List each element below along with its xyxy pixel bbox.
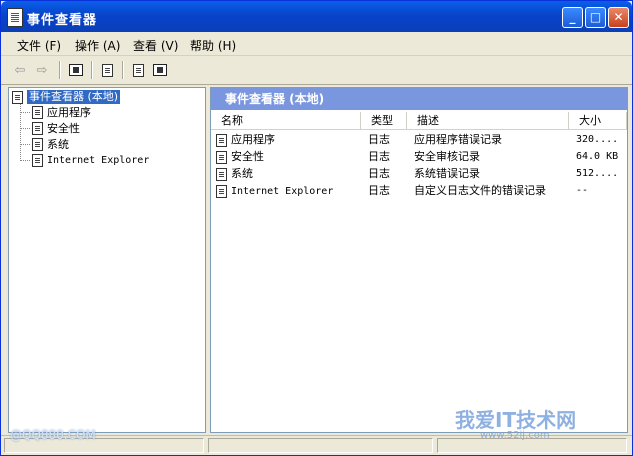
log-icon <box>216 150 227 164</box>
row-size: -- <box>576 185 589 196</box>
tree-item-security[interactable]: 安全性 <box>21 121 80 135</box>
log-icon <box>216 184 227 198</box>
tree-item-application[interactable]: 应用程序 <box>21 105 91 119</box>
log-icon <box>216 167 227 181</box>
watermark-right: 我爱IT技术网 <box>455 408 577 432</box>
toolbar-separator <box>91 61 93 79</box>
row-size: 64.0 KB <box>576 151 619 162</box>
menu-bar: 文件 (F) 操作 (A) 查看 (V) 帮助 (H) <box>1 33 632 56</box>
export-list-icon[interactable] <box>98 61 116 79</box>
list-row[interactable]: 系统 日志 系统错误记录 512.... <box>216 166 626 182</box>
details-pane[interactable]: 事件查看器 (本地) 名称 类型 描述 大小 应用程序 日志 应用程序错误记录 … <box>210 87 628 433</box>
row-name: 应用程序 <box>216 132 275 148</box>
menu-view[interactable]: 查看 (V) <box>133 37 178 54</box>
status-segment <box>208 438 433 453</box>
toolbar: ⇦ ⇨ <box>1 56 632 85</box>
row-size: 512.... <box>576 168 619 179</box>
row-type: 日志 <box>368 133 390 146</box>
tree-item-label: 安全性 <box>47 122 80 135</box>
row-size: 320.... <box>576 134 619 145</box>
toolbar-separator <box>59 61 61 79</box>
row-description: 应用程序错误记录 <box>414 133 502 146</box>
tree-item-system[interactable]: 系统 <box>21 137 69 151</box>
tree-item-label: 应用程序 <box>47 106 91 119</box>
tree-root-node[interactable]: 事件查看器 (本地) <box>12 90 121 104</box>
row-type: 日志 <box>368 167 390 180</box>
log-icon <box>32 105 43 119</box>
properties-icon[interactable] <box>129 61 147 79</box>
tree-item-label: 系统 <box>47 138 69 151</box>
row-description: 安全审核记录 <box>414 150 480 163</box>
event-viewer-icon <box>7 8 23 27</box>
column-header-size[interactable]: 大小 <box>569 112 627 129</box>
log-icon <box>32 153 43 167</box>
log-icon <box>32 137 43 151</box>
event-viewer-icon <box>12 90 23 104</box>
row-description: 自定义日志文件的错误记录 <box>414 184 546 197</box>
back-arrow-icon[interactable]: ⇦ <box>11 61 29 79</box>
watermark-left: @QQ880.COM <box>10 428 96 442</box>
list-row[interactable]: 安全性 日志 安全审核记录 64.0 KB <box>216 149 626 165</box>
show-hide-tree-icon[interactable] <box>67 61 85 79</box>
toolbar-separator <box>122 61 124 79</box>
row-name: 系统 <box>216 166 253 182</box>
tree-item-label: Internet Explorer <box>47 154 150 166</box>
help-icon[interactable] <box>151 61 169 79</box>
list-row[interactable]: 应用程序 日志 应用程序错误记录 320.... <box>216 132 626 148</box>
menu-help[interactable]: 帮助 (H) <box>190 37 236 54</box>
menu-file[interactable]: 文件 (F) <box>17 37 61 54</box>
watermark-right-url: www.52ij.com <box>480 430 550 441</box>
row-type: 日志 <box>368 184 390 197</box>
event-viewer-window: 事件查看器 _ □ ✕ 文件 (F) 操作 (A) 查看 (V) 帮助 (H) … <box>0 0 633 456</box>
row-name: Internet Explorer <box>216 183 333 200</box>
forward-arrow-icon[interactable]: ⇨ <box>33 61 51 79</box>
details-header: 事件查看器 (本地) <box>211 88 627 110</box>
column-header-name[interactable]: 名称 <box>211 112 361 129</box>
row-type: 日志 <box>368 150 390 163</box>
list-row[interactable]: Internet Explorer 日志 自定义日志文件的错误记录 -- <box>216 183 626 199</box>
row-name: 安全性 <box>216 149 264 165</box>
tree-root-label: 事件查看器 (本地) <box>27 90 121 104</box>
log-icon <box>216 133 227 147</box>
tree-pane[interactable]: 事件查看器 (本地) 应用程序 安全性 系统 Internet Explorer <box>8 87 206 433</box>
window-title: 事件查看器 <box>27 13 98 28</box>
tree-item-internet-explorer[interactable]: Internet Explorer <box>20 153 150 167</box>
log-icon <box>32 121 43 135</box>
close-button[interactable]: ✕ <box>608 7 629 28</box>
minimize-button[interactable]: _ <box>562 7 583 28</box>
menu-action[interactable]: 操作 (A) <box>75 37 120 54</box>
column-header-description[interactable]: 描述 <box>407 112 569 129</box>
column-header-type[interactable]: 类型 <box>361 112 407 129</box>
maximize-button[interactable]: □ <box>585 7 606 28</box>
title-bar[interactable]: 事件查看器 _ □ ✕ <box>1 1 632 32</box>
row-description: 系统错误记录 <box>414 167 480 180</box>
